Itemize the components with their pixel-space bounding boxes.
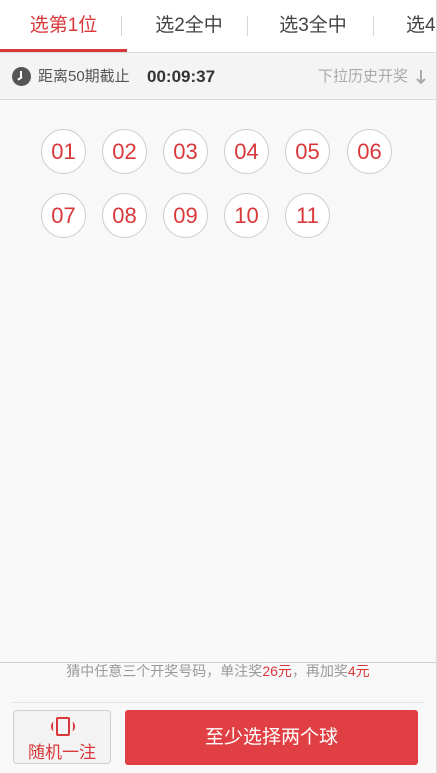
ball-option[interactable]: 09: [163, 193, 208, 238]
bonus-amount: 4元: [347, 663, 370, 679]
ball-option[interactable]: 01: [41, 129, 86, 174]
prize-amount: 26元: [262, 663, 292, 679]
tab-bar: 选第1位 选2全中 选3全中 选4: [0, 0, 436, 53]
tab-separator: [121, 16, 122, 36]
shake-phone-icon: [51, 717, 75, 736]
tab-separator: [247, 16, 248, 36]
confirm-button[interactable]: 至少选择两个球: [125, 710, 418, 765]
arrow-down-icon: [416, 70, 426, 85]
ball-option[interactable]: 10: [224, 193, 269, 238]
countdown-label: 距离50期截止: [38, 68, 130, 85]
history-results-link[interactable]: 下拉历史开奖: [318, 53, 408, 100]
tab-pick-3[interactable]: 选3全中: [251, 0, 375, 52]
tab-pick-2[interactable]: 选2全中: [127, 0, 251, 52]
clock-icon: [12, 67, 31, 86]
countdown-bar: 距离50期截止 00:09:37 下拉历史开奖: [0, 53, 436, 100]
random-pick-label: 随机一注: [28, 743, 96, 762]
ball-option[interactable]: 08: [102, 193, 147, 238]
countdown-time: 00:09:37: [147, 67, 216, 86]
ball-option[interactable]: 03: [163, 129, 208, 174]
ball-option[interactable]: 02: [102, 129, 147, 174]
ball-option[interactable]: 05: [285, 129, 330, 174]
random-pick-button[interactable]: 随机一注: [13, 710, 111, 764]
ball-option[interactable]: 04: [224, 129, 269, 174]
tab-first-position[interactable]: 选第1位: [0, 0, 127, 52]
app-window: 选第1位 选2全中 选3全中 选4 距离50期截止 00:09:37 下拉历史开…: [0, 0, 437, 773]
ball-option[interactable]: 06: [347, 129, 392, 174]
hint-prefix: 猜中任意三个开奖号码，单注奖: [66, 663, 263, 679]
ball-option[interactable]: 11: [285, 193, 330, 238]
prize-hint: 猜中任意三个开奖号码，单注奖26元，再加奖4元: [0, 663, 436, 702]
ball-grid: 01 02 03 04 05 06 07 08 09 10 11: [0, 100, 436, 662]
ball-option[interactable]: 07: [41, 193, 86, 238]
tab-pick-4[interactable]: 选4: [406, 0, 436, 52]
hint-middle: ，再加奖: [291, 663, 348, 679]
tab-separator: [373, 16, 374, 36]
footer-bar: 猜中任意三个开奖号码，单注奖26元，再加奖4元 随机一注 至少选择两个球: [0, 662, 436, 773]
divider: [12, 702, 424, 703]
